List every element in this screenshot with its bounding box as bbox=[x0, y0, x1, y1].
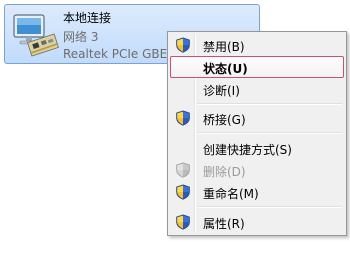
menu-item-delete[interactable]: 删除(D) bbox=[170, 159, 344, 181]
menu-item-label: 创建快捷方式(S) bbox=[203, 143, 292, 157]
menu-separator bbox=[197, 206, 342, 208]
menu-item-label: 禁用(B) bbox=[203, 40, 245, 54]
uac-shield-icon bbox=[176, 184, 190, 200]
menu-item-diagnose[interactable]: 诊断(I) bbox=[170, 78, 344, 100]
uac-shield-icon bbox=[176, 162, 190, 178]
menu-item-status[interactable]: 状态(U) bbox=[170, 56, 344, 78]
menu-item-label: 诊断(I) bbox=[203, 84, 240, 98]
menu-item-label: 桥接(G) bbox=[203, 113, 246, 127]
connection-adapter: Realtek PCIe GBE bbox=[63, 47, 168, 61]
uac-shield-icon bbox=[176, 110, 190, 126]
menu-item-properties[interactable]: 属性(R) bbox=[170, 211, 344, 233]
menu-item-bridge[interactable]: 桥接(G) bbox=[170, 107, 344, 129]
uac-shield-icon bbox=[176, 214, 190, 230]
menu-item-create-shortcut[interactable]: 创建快捷方式(S) bbox=[170, 137, 344, 159]
menu-separator bbox=[197, 103, 342, 105]
context-menu: 禁用(B) 状态(U) 诊断(I) 桥接(G) 创建快捷方式(S) 删除(D) bbox=[167, 31, 347, 236]
connection-name: 本地连接 bbox=[63, 11, 112, 25]
network-adapter-icon bbox=[13, 14, 59, 57]
menu-item-label: 状态(U) bbox=[203, 62, 248, 76]
menu-item-label: 属性(R) bbox=[203, 217, 245, 231]
menu-item-label: 重命名(M) bbox=[203, 187, 259, 201]
menu-separator bbox=[197, 132, 342, 134]
menu-item-label: 删除(D) bbox=[203, 165, 246, 179]
menu-item-disable[interactable]: 禁用(B) bbox=[170, 34, 344, 56]
menu-item-rename[interactable]: 重命名(M) bbox=[170, 181, 344, 203]
connection-network: 网络 3 bbox=[63, 30, 99, 44]
uac-shield-icon bbox=[176, 37, 190, 53]
